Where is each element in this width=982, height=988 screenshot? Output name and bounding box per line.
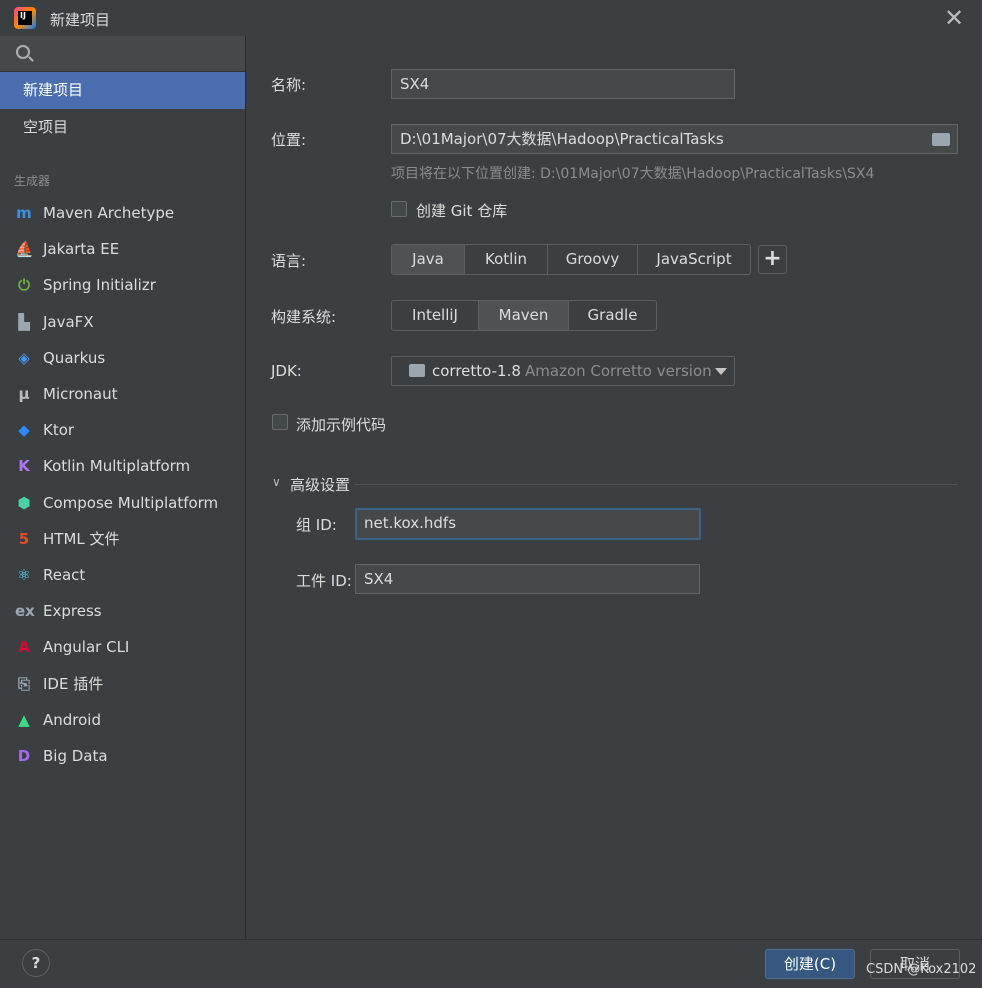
window-title: 新建项目	[50, 11, 111, 29]
advanced-settings-toggle[interactable]: 高级设置	[290, 474, 350, 495]
build-option-gradle[interactable]: Gradle	[569, 301, 656, 330]
generators-section-label: 生成器	[14, 174, 51, 188]
build-system-label: 构建系统:	[271, 308, 337, 326]
sidebar-search-input[interactable]	[0, 36, 245, 72]
sample-code-label: 添加示例代码	[296, 416, 387, 434]
generator-item[interactable]: ▲ Android	[0, 702, 245, 738]
artifact-id-label: 工件 ID:	[296, 572, 352, 590]
sidebar-item-empty-project[interactable]: 空项目	[0, 109, 245, 146]
title-bar: IJ 新建项目 ✕	[0, 0, 982, 36]
add-language-button[interactable]: +	[758, 245, 787, 274]
generator-label: Android	[43, 710, 101, 729]
search-icon	[16, 45, 30, 59]
generator-item[interactable]: ⎘ IDE 插件	[0, 666, 245, 702]
language-selector: Java Kotlin Groovy JavaScript	[391, 244, 751, 275]
git-repo-label: 创建 Git 仓库	[416, 202, 508, 220]
build-system-selector: IntelliJ Maven Gradle	[391, 300, 657, 331]
git-repo-checkbox[interactable]	[391, 201, 407, 217]
close-icon[interactable]: ✕	[940, 4, 968, 32]
sample-code-checkbox[interactable]	[272, 414, 288, 430]
language-option-javascript[interactable]: JavaScript	[638, 245, 750, 274]
intellij-app-icon: IJ	[14, 7, 36, 29]
maven-icon: m	[16, 204, 32, 222]
generator-label: Quarkus	[43, 348, 106, 367]
generator-item[interactable]: m Maven Archetype	[0, 195, 245, 231]
language-option-kotlin[interactable]: Kotlin	[465, 245, 548, 274]
language-label: 语言:	[271, 252, 307, 270]
jdk-detail: Amazon Corretto version	[525, 362, 712, 380]
generator-item[interactable]: D Big Data	[0, 738, 245, 774]
advanced-divider	[355, 484, 957, 485]
generator-item[interactable]: ⬢ Compose Multiplatform	[0, 485, 245, 521]
jdk-label: JDK:	[271, 362, 302, 380]
express-icon: ex	[15, 602, 35, 621]
javafx-icon: ▙	[18, 312, 30, 331]
generator-label: Big Data	[43, 747, 108, 765]
create-button[interactable]: 创建(C)	[765, 949, 855, 979]
generator-item[interactable]: 5 HTML 文件	[0, 521, 245, 557]
chevron-down-icon[interactable]: ∨	[272, 475, 281, 489]
plugin-icon: ⎘	[17, 674, 30, 693]
generator-item[interactable]: ⏻ Spring Initializr	[0, 267, 245, 303]
generator-label: IDE 插件	[43, 674, 104, 693]
generator-label: Kotlin Multiplatform	[43, 457, 191, 476]
generator-label: Compose Multiplatform	[43, 493, 219, 512]
dialog-footer: ? 创建(C) 取消	[0, 939, 982, 988]
bigdata-icon: D	[17, 747, 31, 765]
generator-item[interactable]: ⛵ Jakarta EE	[0, 231, 245, 267]
sidebar: 新建项目 空项目 生成器 m Maven Archetype ⛵ Jakarta EE…	[0, 36, 246, 939]
kotlin-icon: K	[18, 457, 30, 476]
generator-item[interactable]: ▙ JavaFX	[0, 304, 245, 340]
folder-open-icon[interactable]	[932, 133, 950, 146]
generator-label: Micronaut	[43, 385, 118, 403]
language-option-groovy[interactable]: Groovy	[548, 245, 638, 274]
watermark-text: CSDN @Kox2102	[866, 962, 977, 977]
generator-label: Ktor	[43, 421, 75, 440]
generator-label: HTML 文件	[43, 529, 120, 548]
generator-item[interactable]: ◆ Ktor	[0, 412, 245, 448]
jakarta-ee-icon: ⛵	[15, 240, 34, 259]
generator-item[interactable]: ex Express	[0, 593, 245, 629]
generator-item[interactable]: A Angular CLI	[0, 629, 245, 665]
name-field[interactable]: SX4	[391, 69, 735, 99]
spring-icon: ⏻	[18, 276, 30, 295]
location-value: D:\01Major\07大数据\Hadoop\PracticalTasks	[400, 130, 724, 148]
generator-item[interactable]: ◈ Quarkus	[0, 340, 245, 376]
generator-item[interactable]: ⚛ React	[0, 557, 245, 593]
jdk-dropdown[interactable]: corretto-1.8 Amazon Corretto version	[391, 356, 735, 386]
micronaut-icon: μ	[18, 385, 30, 403]
quarkus-icon: ◈	[18, 348, 30, 367]
location-field[interactable]: D:\01Major\07大数据\Hadoop\PracticalTasks	[391, 124, 958, 154]
location-label: 位置:	[271, 131, 307, 149]
location-hint: 项目将在以下位置创建: D:\01Major\07大数据\Hadoop\Prac…	[391, 166, 875, 182]
chevron-down-icon	[715, 368, 727, 375]
angular-icon: A	[18, 638, 30, 657]
group-id-field[interactable]: net.kox.hdfs	[355, 508, 701, 540]
help-button[interactable]: ?	[22, 949, 50, 977]
sidebar-item-new-project[interactable]: 新建项目	[0, 72, 245, 109]
generator-label: Angular CLI	[43, 638, 130, 657]
generator-label: Express	[43, 602, 102, 621]
html5-icon: 5	[18, 529, 30, 548]
generator-label: Spring Initializr	[43, 276, 156, 295]
generator-label: Jakarta EE	[43, 240, 120, 259]
generator-label: React	[43, 566, 86, 584]
build-option-maven[interactable]: Maven	[479, 301, 569, 330]
artifact-id-field[interactable]: SX4	[355, 564, 700, 594]
jdk-folder-icon	[409, 364, 425, 377]
main-panel: 名称: SX4 位置: D:\01Major\07大数据\Hadoop\Prac…	[246, 36, 982, 939]
react-icon: ⚛	[17, 566, 31, 584]
language-option-java[interactable]: Java	[392, 245, 465, 274]
group-id-label: 组 ID:	[296, 516, 337, 534]
ktor-icon: ◆	[18, 421, 30, 440]
android-icon: ▲	[18, 710, 30, 729]
generator-item[interactable]: K Kotlin Multiplatform	[0, 448, 245, 484]
compose-icon: ⬢	[17, 493, 31, 512]
jdk-value: corretto-1.8	[432, 362, 521, 380]
generator-label: JavaFX	[43, 312, 94, 331]
generator-item[interactable]: μ Micronaut	[0, 376, 245, 412]
name-label: 名称:	[271, 76, 307, 94]
build-option-intellij[interactable]: IntelliJ	[392, 301, 479, 330]
generator-label: Maven Archetype	[43, 204, 175, 222]
